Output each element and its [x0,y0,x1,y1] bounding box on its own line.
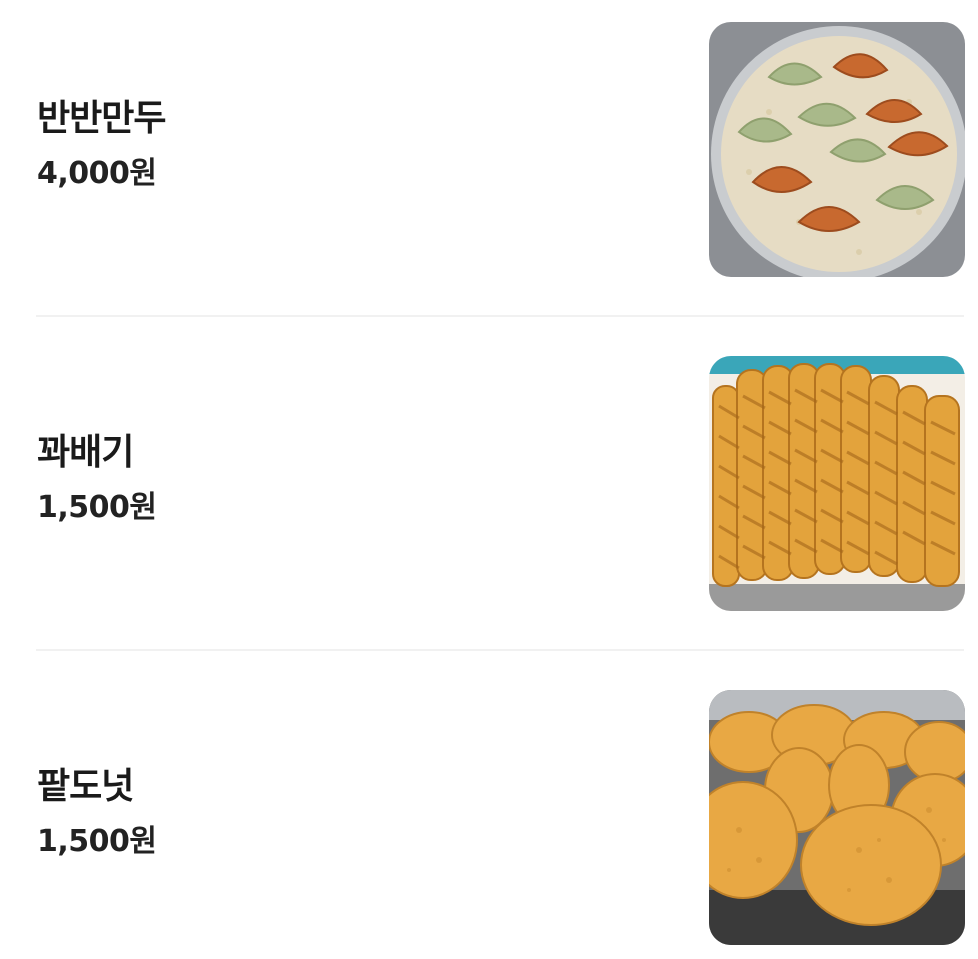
menu-item-price: 1,500원 [37,824,157,860]
menu-item[interactable]: 꽈배기 1,500원 [0,334,978,624]
menu-item-name: 팥도넛 [37,766,134,808]
divider [36,315,964,317]
menu-item-image[interactable] [709,356,965,611]
menu-item-price: 1,500원 [37,490,157,526]
menu-item-name: 반반만두 [37,98,166,140]
menu-item-text: 꽈배기 1,500원 [37,334,157,624]
divider [36,649,964,651]
dumpling-photo-icon [709,22,965,277]
menu-item-image[interactable] [709,690,965,945]
menu-item[interactable]: 반반만두 4,000원 [0,0,978,290]
menu-list: 반반만두 4,000원 꽈배기 1,500원 팥도넛 1,500원 [0,0,978,959]
menu-item[interactable]: 팥도넛 1,500원 [0,668,978,958]
menu-item-image[interactable] [709,22,965,277]
menu-item-price: 4,000원 [37,156,157,192]
menu-item-name: 꽈배기 [37,432,134,474]
red-bean-donut-photo-icon [709,690,965,945]
twisted-donut-photo-icon [709,356,965,611]
menu-item-text: 반반만두 4,000원 [37,0,166,290]
menu-item-text: 팥도넛 1,500원 [37,668,157,958]
